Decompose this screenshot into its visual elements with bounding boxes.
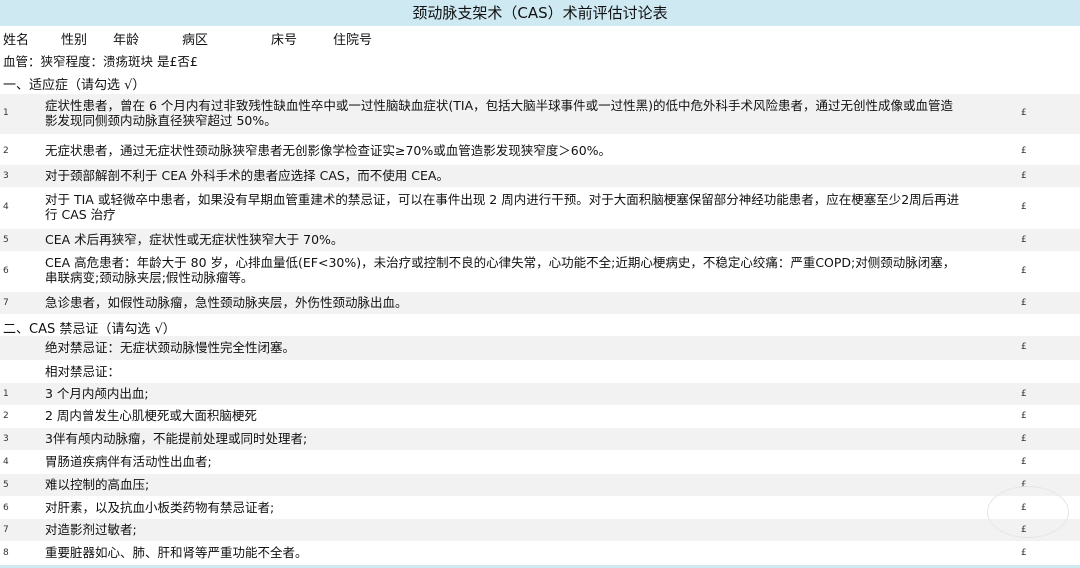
- contraindications-heading: 二、CAS 禁忌证（请勾选 √）: [3, 322, 176, 337]
- indication-row-4: 4 对于 TIA 或轻微卒中患者，如果没有早期血管重建术的禁忌证，可以在事件出现…: [0, 188, 1080, 228]
- indication-row-3: 3 对于颈部解剖不利于 CEA 外科手术的患者应选择 CAS，而不使用 CEA。…: [0, 165, 1080, 187]
- contraindication-text: 难以控制的高血压;: [45, 477, 150, 492]
- vessel-stenosis-line: 血管：狭窄程度：溃疡斑块 是£否£: [3, 54, 198, 69]
- indication-text: 无症状患者，通过无症状性颈动脉狭窄患者无创影像学检查证实≥70%或血管造影发现狭…: [45, 143, 612, 158]
- indication-text: 对于颈部解剖不利于 CEA 外科手术的患者应选择 CAS，而不使用 CEA。: [45, 168, 449, 183]
- contraindication-row-7: 7 对造影剂过敏者; £: [0, 519, 1080, 541]
- row-number: 3: [3, 171, 9, 181]
- checkbox-placeholder[interactable]: £: [1021, 235, 1027, 245]
- row-number: 4: [3, 202, 9, 212]
- indication-text: 对于 TIA 或轻微卒中患者，如果没有早期血管重建术的禁忌证，可以在事件出现 2…: [45, 192, 960, 222]
- admission-number-label: 住院号: [333, 33, 373, 48]
- contraindication-row-1: 1 3 个月内颅内出血; £: [0, 383, 1080, 405]
- row-number: 6: [3, 503, 9, 513]
- watermark-circle: [987, 486, 1069, 538]
- indication-row-6: 6 CEA 高危患者：年龄大于 80 岁，心排血量低(EF<30%)，未治疗或控…: [0, 252, 1080, 292]
- contraindication-text: 3伴有颅内动脉瘤，不能提前处理或同时处理者;: [45, 431, 308, 446]
- indication-row-7: 7 急诊患者，如假性动脉瘤，急性颈动脉夹层，外伤性颈动脉出血。 £: [0, 292, 1080, 314]
- row-number: 4: [3, 457, 9, 467]
- indication-row-5: 5 CEA 术后再狭窄，症状性或无症状性狭窄大于 70%。 £: [0, 229, 1080, 251]
- row-number: 2: [3, 146, 9, 156]
- checkbox-placeholder[interactable]: £: [1021, 266, 1027, 276]
- row-number: 6: [3, 266, 9, 276]
- absolute-contraindication-text: 绝对禁忌证：无症状颈动脉慢性完全性闭塞。: [45, 340, 296, 355]
- contraindication-text: 胃肠道疾病伴有活动性出血者;: [45, 454, 212, 469]
- checkbox-placeholder[interactable]: £: [1021, 389, 1027, 399]
- checkbox-placeholder[interactable]: £: [1021, 202, 1027, 212]
- contraindication-text: 对肝素，以及抗血小板类药物有禁忌证者;: [45, 500, 275, 515]
- checkbox-placeholder[interactable]: £: [1021, 298, 1027, 308]
- relative-contraindication-label: 相对禁忌证：: [45, 364, 121, 379]
- checkbox-placeholder[interactable]: £: [1021, 108, 1027, 118]
- name-label: 姓名: [3, 33, 30, 48]
- page-title: 颈动脉支架术（CAS）术前评估讨论表: [0, 0, 1080, 26]
- checkbox-placeholder[interactable]: £: [1021, 411, 1027, 421]
- indications-heading: 一、适应症（请勾选 √）: [3, 78, 146, 93]
- contraindication-row-3: 3 3伴有颅内动脉瘤，不能提前处理或同时处理者; £: [0, 428, 1080, 450]
- row-number: 8: [3, 548, 9, 558]
- contraindication-text: 2 周内曾发生心肌梗死或大面积脑梗死: [45, 408, 257, 423]
- gender-label: 性别: [61, 33, 88, 48]
- contraindication-row-4: 4 胃肠道疾病伴有活动性出血者; £: [0, 451, 1080, 473]
- indication-text: CEA 高危患者：年龄大于 80 岁，心排血量低(EF<30%)，未治疗或控制不…: [45, 255, 956, 285]
- row-number: 3: [3, 434, 9, 444]
- contraindication-text: 3 个月内颅内出血;: [45, 386, 149, 401]
- patient-info-header: 姓名 性别 年龄 病区 床号 住院号: [0, 29, 1080, 48]
- row-number: 7: [3, 298, 9, 308]
- indication-text: 症状性患者，曾在 6 个月内有过非致残性缺血性卒中或一过性脑缺血症状(TIA，包…: [45, 98, 954, 128]
- contraindication-row-8: 8 重要脏器如心、肺、肝和肾等严重功能不全者。 £: [0, 542, 1080, 564]
- bed-label: 床号: [271, 33, 298, 48]
- row-number: 5: [3, 235, 9, 245]
- contraindication-row-5: 5 难以控制的高血压; £: [0, 474, 1080, 496]
- row-number: 5: [3, 480, 9, 490]
- row-number: 1: [3, 389, 9, 399]
- row-number: 7: [3, 525, 9, 535]
- checkbox-placeholder[interactable]: £: [1021, 548, 1027, 558]
- indication-row-2: 2 无症状患者，通过无症状性颈动脉狭窄患者无创影像学检查证实≥70%或血管造影发…: [0, 140, 1080, 162]
- checkbox-placeholder[interactable]: £: [1021, 434, 1027, 444]
- checkbox-placeholder[interactable]: £: [1021, 146, 1027, 156]
- row-number: 2: [3, 411, 9, 421]
- checkbox-placeholder[interactable]: £: [1021, 342, 1027, 352]
- checkbox-placeholder[interactable]: £: [1021, 457, 1027, 467]
- relative-contraindication-label-row: 相对禁忌证：: [0, 361, 1080, 381]
- contraindication-row-6: 6 对肝素，以及抗血小板类药物有禁忌证者; £: [0, 497, 1080, 519]
- absolute-contraindication-row: 绝对禁忌证：无症状颈动脉慢性完全性闭塞。 £: [0, 336, 1080, 360]
- contraindication-row-2: 2 2 周内曾发生心肌梗死或大面积脑梗死 £: [0, 405, 1080, 427]
- contraindication-text: 重要脏器如心、肺、肝和肾等严重功能不全者。: [45, 545, 308, 560]
- row-number: 1: [3, 108, 9, 118]
- age-label: 年龄: [113, 33, 140, 48]
- indication-text: CEA 术后再狭窄，症状性或无症状性狭窄大于 70%。: [45, 232, 344, 247]
- indication-row-1: 1 症状性患者，曾在 6 个月内有过非致残性缺血性卒中或一过性脑缺血症状(TIA…: [0, 94, 1080, 134]
- indication-text: 急诊患者，如假性动脉瘤，急性颈动脉夹层，外伤性颈动脉出血。: [45, 295, 408, 310]
- contraindication-text: 对造影剂过敏者;: [45, 522, 137, 537]
- checkbox-placeholder[interactable]: £: [1021, 171, 1027, 181]
- ward-label: 病区: [182, 33, 209, 48]
